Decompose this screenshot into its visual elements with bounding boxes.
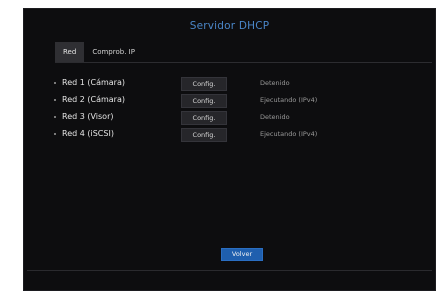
bullet-icon xyxy=(54,116,56,118)
config-button-red-4[interactable]: Config. xyxy=(181,128,227,142)
config-button-red-2[interactable]: Config. xyxy=(181,94,227,108)
tab-bar: Red Comprob. IP xyxy=(55,42,143,62)
network-row: Red 2 (Cámara) Config. Ejecutando (IPv4) xyxy=(54,93,414,109)
tab-divider xyxy=(55,62,432,63)
network-status: Detenido xyxy=(260,79,290,87)
screen: Servidor DHCP Red Comprob. IP Red 1 (Cám… xyxy=(0,0,441,293)
network-name: Red 3 (Visor) xyxy=(62,112,114,121)
back-button[interactable]: Volver xyxy=(221,248,263,261)
network-name: Red 2 (Cámara) xyxy=(62,95,125,104)
dhcp-server-dialog: Servidor DHCP Red Comprob. IP Red 1 (Cám… xyxy=(23,8,436,291)
config-button-red-1[interactable]: Config. xyxy=(181,77,227,91)
bullet-icon xyxy=(54,82,56,84)
tab-comprob-ip[interactable]: Comprob. IP xyxy=(84,42,143,62)
network-status: Ejecutando (IPv4) xyxy=(260,96,318,104)
network-list: Red 1 (Cámara) Config. Detenido Red 2 (C… xyxy=(54,76,414,144)
tab-red[interactable]: Red xyxy=(55,42,85,62)
bullet-icon xyxy=(54,133,56,135)
dialog-title: Servidor DHCP xyxy=(189,20,270,32)
network-status: Detenido xyxy=(260,113,290,121)
network-row: Red 4 (iSCSI) Config. Ejecutando (IPv4) xyxy=(54,127,414,143)
network-name: Red 1 (Cámara) xyxy=(62,78,125,87)
network-row: Red 3 (Visor) Config. Detenido xyxy=(54,110,414,126)
network-row: Red 1 (Cámara) Config. Detenido xyxy=(54,76,414,92)
network-status: Ejecutando (IPv4) xyxy=(260,130,318,138)
network-name: Red 4 (iSCSI) xyxy=(62,129,114,138)
footer-divider xyxy=(27,270,432,271)
bullet-icon xyxy=(54,99,56,101)
config-button-red-3[interactable]: Config. xyxy=(181,111,227,125)
